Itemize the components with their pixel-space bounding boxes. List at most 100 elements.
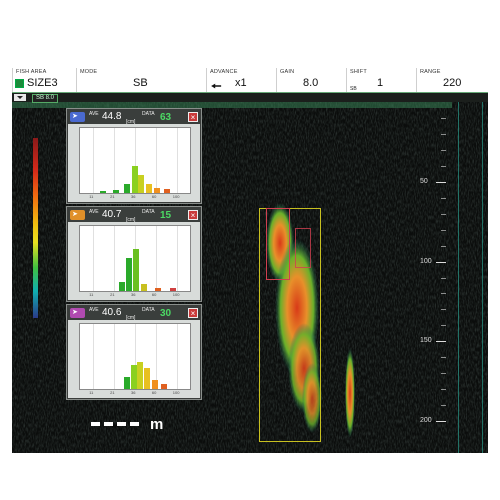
depth-minor-tick (441, 309, 446, 311)
histogram-bar (140, 283, 147, 291)
size-histogram-panel[interactable]: ➤ AVE 44.8 DATA 63 [cm] × 11 21 36 60 100 (66, 108, 202, 204)
unit-label: [cm] (126, 217, 136, 223)
grid-line (155, 226, 157, 291)
depth-minor-tick (441, 117, 446, 119)
data-count: 15 (160, 210, 172, 221)
data-count: 30 (160, 308, 172, 319)
distance-scale-bar (91, 422, 139, 426)
advance-label: ADVANCE (210, 69, 238, 75)
mode-gain-tag: SB 8.0 (32, 94, 59, 103)
depth-minor-tick (441, 277, 446, 279)
close-icon[interactable]: × (188, 308, 198, 318)
dropdown-icon[interactable] (14, 94, 26, 101)
x-tick-label: 100 (172, 194, 180, 199)
fish-area-cell[interactable]: FISH AREA SIZE3 (12, 68, 77, 92)
x-tick-label: 36 (131, 292, 136, 297)
mode-label: MODE (80, 69, 98, 75)
grid-line (176, 324, 178, 389)
grid-line (114, 324, 116, 389)
fish-size-icon[interactable]: ➤ (70, 210, 85, 220)
histogram-bar (126, 258, 133, 291)
depth-minor-tick (441, 197, 446, 199)
depth-minor-tick (441, 389, 446, 391)
size-histogram-panel[interactable]: ➤ AVE 40.7 DATA 15 [cm] × 11 21 36 60 100 (66, 206, 202, 302)
ave-value: 40.6 (102, 307, 122, 318)
depth-label: 100 (420, 257, 432, 265)
advance-value: x1 (235, 77, 247, 89)
close-icon[interactable]: × (188, 112, 198, 122)
x-tick-label: 60 (151, 292, 157, 297)
histogram-bar (163, 189, 170, 193)
color-scale-bar (33, 138, 38, 318)
ave-value: 40.7 (102, 209, 122, 220)
grid-line (93, 324, 95, 389)
histogram-plot (79, 225, 191, 292)
depth-minor-tick (441, 293, 446, 295)
mode-value: SB (133, 77, 148, 89)
ave-label: AVE (89, 307, 99, 313)
depth-label: 150 (420, 337, 432, 345)
fish-area-label: FISH AREA (16, 69, 47, 75)
x-tick-label: 100 (172, 292, 180, 297)
panel-header: ➤ AVE 44.8 DATA 63 [cm] × (68, 110, 200, 125)
status-header: FISH AREA SIZE3 MODE SB ADVANCE 🠔 x1 GAI… (12, 68, 488, 93)
fish-size-icon[interactable]: ➤ (70, 112, 85, 122)
data-count: 63 (160, 112, 172, 123)
range-cell[interactable]: RANGE 220 (416, 68, 488, 92)
histogram-bar (132, 249, 139, 291)
grid-line (155, 128, 157, 193)
histogram-bar (143, 368, 150, 389)
depth-minor-tick (441, 165, 446, 167)
data-label: DATA (142, 307, 155, 313)
scale-rail (482, 102, 483, 453)
shift-value: 1 (377, 77, 384, 89)
gain-cell[interactable]: GAIN 8.0 (276, 68, 347, 92)
depth-label: 50 (420, 177, 428, 185)
x-tick-label: 11 (89, 194, 94, 199)
histogram-bar (124, 377, 130, 389)
depth-minor-tick (441, 405, 446, 407)
panel-header: ➤ AVE 40.7 DATA 15 [cm] × (68, 208, 200, 223)
sb-indicator: SB (350, 86, 357, 92)
histogram-bar (153, 188, 160, 193)
grid-line (93, 226, 95, 291)
depth-minor-tick (441, 373, 446, 375)
x-tick-label: 11 (89, 390, 94, 395)
x-tick-label: 21 (110, 194, 115, 199)
target-box-inner[interactable] (266, 208, 290, 280)
gain-label: GAIN (280, 69, 295, 75)
grid-line (93, 128, 95, 193)
depth-label: 200 (420, 417, 432, 425)
depth-minor-tick (441, 133, 446, 135)
data-label: DATA (142, 209, 155, 215)
x-tick-label: 36 (131, 390, 136, 395)
histogram-bar (154, 288, 161, 291)
size-histogram-panel[interactable]: ➤ AVE 40.6 DATA 30 [cm] × 11 21 36 60 100 (66, 304, 202, 400)
depth-minor-tick (441, 325, 446, 327)
grid-line (114, 226, 116, 291)
x-tick-label: 60 (151, 194, 157, 199)
advance-cell[interactable]: ADVANCE 🠔 x1 (206, 68, 277, 93)
gain-value: 8.0 (303, 77, 319, 89)
depth-minor-tick (441, 213, 446, 215)
fish-size-icon[interactable]: ➤ (70, 308, 85, 318)
histogram-bar (131, 166, 138, 193)
close-icon[interactable]: × (188, 210, 198, 220)
x-tick-label: 21 (110, 292, 115, 297)
x-tick-label: 11 (89, 292, 94, 297)
histogram-bar (124, 184, 130, 193)
echogram-screen[interactable]: FISH AREA SIZE3 MODE SB ADVANCE 🠔 x1 GAI… (12, 68, 488, 453)
grid-line (176, 128, 178, 193)
checkbox-icon[interactable] (15, 79, 24, 88)
grid-line (176, 226, 178, 291)
grid-line (114, 128, 116, 193)
depth-minor-tick (441, 245, 446, 247)
target-box-inner[interactable] (295, 228, 311, 268)
distance-unit: m (150, 416, 164, 433)
depth-tick (436, 341, 446, 343)
sub-strip (12, 93, 488, 102)
mode-cell[interactable]: MODE SB (76, 68, 207, 92)
histogram-bar (161, 384, 168, 389)
panel-header: ➤ AVE 40.6 DATA 30 [cm] × (68, 306, 200, 321)
scale-rail (458, 102, 459, 453)
